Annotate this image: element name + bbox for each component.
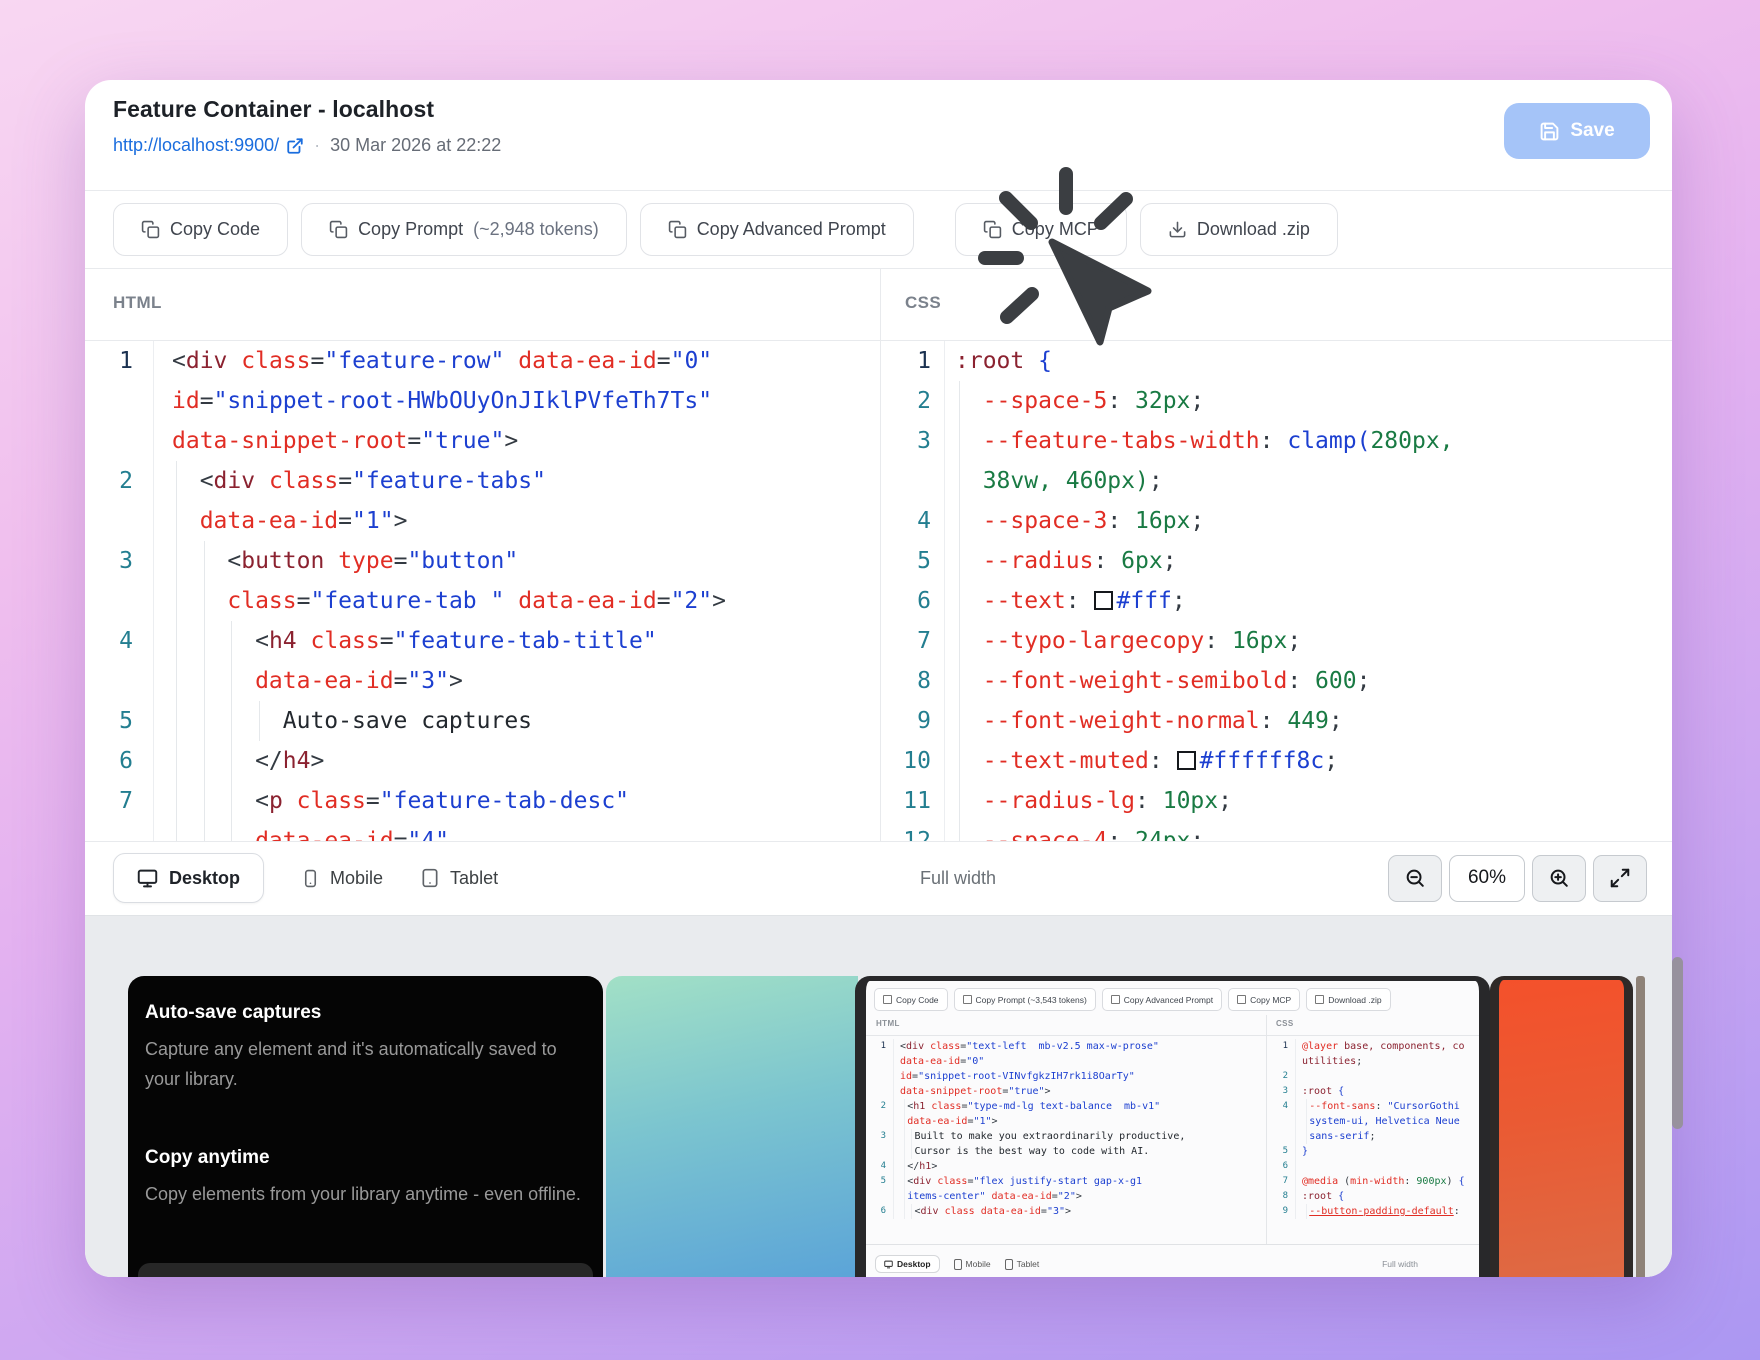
mini-viewport-mobile: Mobile xyxy=(954,1259,991,1270)
mini-html-label: HTML xyxy=(876,1019,900,1028)
full-width-label: Full width xyxy=(920,868,1120,889)
desktop-background: { "header": { "title": "Feature Containe… xyxy=(0,0,1760,1360)
capture-timestamp: 30 Mar 2026 at 22:22 xyxy=(330,135,501,156)
feature-title: Auto-save captures xyxy=(145,1002,583,1024)
mini-viewport-bar: Desktop Mobile Tablet Full width xyxy=(866,1244,1479,1277)
copy-code-button[interactable]: Copy Code xyxy=(113,203,288,256)
page-title: Feature Container - localhost xyxy=(113,96,434,123)
tablet-icon xyxy=(420,868,440,888)
feature-desc: Copy elements from your library anytime … xyxy=(145,1179,583,1209)
preview-gradient-orange xyxy=(1490,976,1633,1277)
download-zip-button[interactable]: Download .zip xyxy=(1140,203,1338,256)
copy-mcp-button[interactable]: Copy MCP xyxy=(955,203,1127,256)
separator-dot: · xyxy=(314,135,320,156)
viewport-mobile-button[interactable]: Mobile xyxy=(301,868,383,889)
mini-css-label: CSS xyxy=(1276,1019,1294,1028)
viewport-tablet-button[interactable]: Tablet xyxy=(420,868,498,889)
page-scrollbar-thumb[interactable] xyxy=(1672,957,1683,1129)
feature-title: Copy anytime xyxy=(145,1147,583,1169)
header-subrow: http://localhost:9900/ · 30 Mar 2026 at … xyxy=(113,135,501,156)
action-toolbar: Copy Code Copy Prompt (~2,948 tokens) Co… xyxy=(85,191,1672,268)
token-count: (~2,948 tokens) xyxy=(473,219,599,240)
localhost-url: http://localhost:9900/ xyxy=(113,135,279,156)
mini-viewport-tablet: Tablet xyxy=(1005,1259,1040,1270)
mini-toolbar-button: Copy Prompt (~3,543 tokens) xyxy=(954,988,1096,1011)
css-code-editor[interactable]: 1:root {2--space-5: 32px;3--feature-tabs… xyxy=(881,341,1672,841)
mini-full-width-label: Full width xyxy=(1382,1259,1418,1269)
localhost-link[interactable]: http://localhost:9900/ xyxy=(113,135,304,156)
css-panel-label: CSS xyxy=(905,293,941,313)
zoom-in-button[interactable] xyxy=(1532,855,1586,902)
copy-icon xyxy=(329,220,348,239)
mini-html-code: 1<div class="text-left mb-v2.5 max-w-pro… xyxy=(868,1039,1264,1244)
mini-css-code: 1@layer base, components, coutilities;23… xyxy=(1270,1039,1479,1244)
copy-icon xyxy=(141,220,160,239)
app-window: Feature Container - localhost http://loc… xyxy=(85,80,1672,1277)
mini-toolbar-button: Copy MCP xyxy=(1228,988,1300,1011)
mini-toolbar: Copy Code Copy Prompt (~3,543 tokens) Copy… xyxy=(874,988,1391,1011)
zoom-level-display[interactable]: 60% xyxy=(1449,855,1525,902)
mini-panel-divider xyxy=(1266,1015,1267,1277)
zoom-out-button[interactable] xyxy=(1388,855,1442,902)
html-panel-label: HTML xyxy=(113,293,162,313)
expand-fullscreen-button[interactable] xyxy=(1593,855,1647,902)
editor-label-row: HTML CSS xyxy=(85,269,1672,340)
mini-toolbar-button: Copy Advanced Prompt xyxy=(1102,988,1222,1011)
header: Feature Container - localhost http://loc… xyxy=(85,80,1672,190)
viewport-bar: Desktop Mobile Tablet Full width 60% xyxy=(85,841,1672,915)
preview-gradient-teal xyxy=(606,976,858,1277)
preview-mini-screenshot: Copy Code Copy Prompt (~3,543 tokens) Copy… xyxy=(855,976,1490,1277)
monitor-icon xyxy=(137,868,158,889)
save-button[interactable]: Save xyxy=(1504,103,1650,159)
mini-viewport-desktop: Desktop xyxy=(875,1255,940,1273)
feature-desc: Capture any element and it's automatical… xyxy=(145,1034,565,1094)
copy-prompt-button[interactable]: Copy Prompt (~2,948 tokens) xyxy=(301,203,627,256)
mini-divider xyxy=(866,1035,1479,1036)
smartphone-icon xyxy=(301,869,320,888)
live-preview-area[interactable]: Auto-save captures Capture any element a… xyxy=(85,915,1672,1277)
external-link-icon xyxy=(286,137,304,155)
preview-edge-strip xyxy=(1636,976,1645,1277)
copy-advanced-prompt-button[interactable]: Copy Advanced Prompt xyxy=(640,203,914,256)
viewport-desktop-button[interactable]: Desktop xyxy=(113,853,264,903)
mini-toolbar-button: Copy Code xyxy=(874,988,948,1011)
copy-icon xyxy=(983,220,1002,239)
mini-toolbar-button: Download .zip xyxy=(1306,988,1390,1011)
preview-subcard xyxy=(138,1263,593,1277)
download-icon xyxy=(1168,220,1187,239)
preview-feature-panel: Auto-save captures Capture any element a… xyxy=(128,976,603,1277)
save-icon xyxy=(1539,121,1560,142)
zoom-controls: 60% xyxy=(1388,855,1647,902)
copy-icon xyxy=(668,220,687,239)
html-code-editor[interactable]: 1<div class="feature-row" data-ea-id="0"… xyxy=(85,341,880,841)
